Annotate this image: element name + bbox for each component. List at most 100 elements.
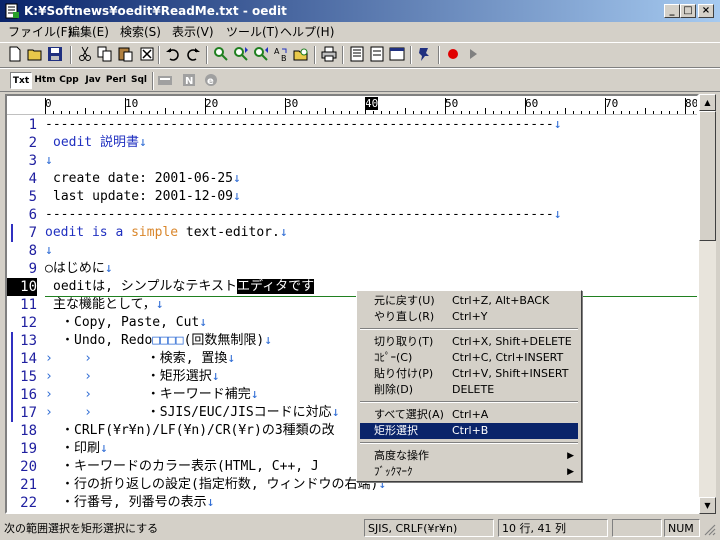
ruler-tick: [413, 111, 414, 114]
view-text-icon[interactable]: [348, 46, 366, 64]
menu-view[interactable]: 表示(V): [168, 24, 218, 40]
scroll-up-icon[interactable]: ▲: [699, 94, 716, 111]
tab-mark: ›: [45, 369, 53, 384]
title-bar[interactable]: K:¥Softnews¥oedit¥ReadMe.txt - oedit _ □…: [0, 0, 720, 22]
save-icon[interactable]: [46, 46, 64, 64]
menu-tools[interactable]: ツール(T): [222, 24, 283, 40]
menu-separator: [360, 401, 578, 403]
play-macro-icon[interactable]: [464, 46, 482, 64]
lang-cpp-button[interactable]: Cpp: [58, 72, 80, 89]
line-number-current: 10: [7, 278, 37, 296]
menu-item-advanced[interactable]: 高度な操作 ▶: [360, 448, 578, 464]
redo-icon[interactable]: [184, 46, 202, 64]
line-number: 6: [28, 207, 37, 223]
resize-grip-icon[interactable]: [704, 524, 716, 536]
toolbar-separator: [206, 46, 208, 64]
menu-item-bookmark[interactable]: ﾌﾞｯｸﾏｰｸ ▶: [360, 464, 578, 480]
text-line: ・キーワードのカラー表示(HTML, C++, J: [61, 458, 319, 476]
toolbar-separator: [438, 46, 440, 64]
newline-mark: ↓: [250, 387, 259, 402]
menu-item-shortcut: Ctrl+Z, Alt+BACK: [452, 294, 550, 307]
maximize-button[interactable]: □: [680, 4, 696, 18]
ruler-tick: [605, 98, 606, 114]
ruler-tick: [77, 111, 78, 114]
disabled-notepad-icon[interactable]: N: [180, 72, 198, 90]
bookmark-pin-icon[interactable]: [416, 46, 434, 64]
ruler-tick: [685, 98, 686, 114]
search-icon[interactable]: [212, 46, 230, 64]
newline-mark: ↓: [331, 405, 340, 420]
replace-icon[interactable]: AB: [272, 46, 290, 64]
ruler-tick: [429, 111, 430, 114]
text-line: ↓: [45, 152, 53, 170]
scrollbar-thumb[interactable]: [699, 111, 716, 241]
menu-item-label: ﾌﾞｯｸﾏｰｸ: [374, 465, 413, 478]
menu-separator: [360, 328, 578, 330]
ruler-tick: [677, 111, 678, 114]
submenu-arrow-icon: ▶: [567, 451, 574, 461]
tab-mark: ›: [45, 405, 53, 420]
copy-icon[interactable]: [96, 46, 114, 64]
ruler-tick: [549, 111, 550, 114]
text-line: › › ・検索, 置換↓: [45, 350, 235, 368]
minimize-button[interactable]: _: [664, 4, 680, 18]
line-text: ・行番号, 列番号の表示: [61, 495, 207, 510]
paste-icon[interactable]: [116, 46, 134, 64]
cut-icon[interactable]: [76, 46, 94, 64]
scroll-down-icon[interactable]: ▼: [699, 497, 716, 514]
ruler-tick: [541, 111, 542, 114]
open-folder-icon[interactable]: [26, 46, 44, 64]
vertical-scrollbar[interactable]: ▲ ▼: [699, 94, 716, 514]
line-text: ○はじめに: [45, 261, 105, 276]
delete-icon[interactable]: [138, 46, 156, 64]
print-icon[interactable]: [320, 46, 338, 64]
ruler-tick: [157, 111, 158, 114]
menu-item-undo[interactable]: 元に戻す(U) Ctrl+Z, Alt+BACK: [360, 293, 578, 309]
line-text: create date: 2001-06-25: [53, 171, 234, 186]
close-button[interactable]: ×: [698, 4, 714, 18]
menu-item-paste[interactable]: 貼り付け(P) Ctrl+V, Shift+INSERT: [360, 366, 578, 382]
tab-mark: ›: [45, 387, 53, 402]
ruler-tick: [229, 111, 230, 114]
window-title: K:¥Softnews¥oedit¥ReadMe.txt - oedit: [24, 4, 287, 18]
view-lines-icon[interactable]: [368, 46, 386, 64]
menu-item-label: 矩形選択: [374, 424, 418, 437]
disabled-tool-icon[interactable]: [156, 72, 174, 90]
menu-item-redo[interactable]: やり直し(R) Ctrl+Y: [360, 309, 578, 325]
line-text: ・Undo, Redo: [61, 333, 153, 348]
search-prev-icon[interactable]: [252, 46, 270, 64]
lang-txt-button[interactable]: Txt: [10, 72, 32, 89]
search-next-icon[interactable]: [232, 46, 250, 64]
lang-htm-button[interactable]: Htm: [34, 72, 56, 89]
menu-item-copy[interactable]: ｺﾋﾟｰ(C) Ctrl+C, Ctrl+INSERT: [360, 350, 578, 366]
new-file-icon[interactable]: [6, 46, 24, 64]
ruler-tick: [405, 108, 406, 114]
menu-item-label: 削除(D): [374, 383, 414, 396]
menu-item-select-all[interactable]: すべて選択(A) Ctrl+A: [360, 407, 578, 423]
lang-jav-button[interactable]: Jav: [82, 72, 104, 89]
text-editor[interactable]: 0 10 20 30 40 50 60 70 80 1 2 3 4 5 6 7 …: [5, 94, 699, 514]
line-number: 19: [20, 441, 37, 457]
grep-folder-icon[interactable]: [292, 46, 310, 64]
ruler-tick: [213, 111, 214, 114]
undo-icon[interactable]: [164, 46, 182, 64]
ruler-tick: [397, 111, 398, 114]
ruler-tick: [477, 111, 478, 114]
record-macro-icon[interactable]: [444, 46, 462, 64]
ruler-tick: [381, 111, 382, 114]
ruler-label: 50: [445, 97, 459, 110]
menu-item-delete[interactable]: 削除(D) DELETE: [360, 382, 578, 398]
menu-item-cut[interactable]: 切り取り(T) Ctrl+X, Shift+DELETE: [360, 334, 578, 350]
menu-help[interactable]: ヘルプ(H): [276, 24, 338, 40]
disabled-browser-icon[interactable]: e: [202, 72, 220, 90]
lang-perl-button[interactable]: Perl: [104, 72, 128, 89]
ruler-tick: [205, 98, 206, 114]
ruler-tick: [109, 111, 110, 114]
menu-edit[interactable]: 編集(E): [64, 24, 113, 40]
lang-sql-button[interactable]: Sql: [128, 72, 150, 89]
menu-search[interactable]: 検索(S): [116, 24, 165, 40]
menu-item-rectangle-select[interactable]: 矩形選択 Ctrl+B: [360, 423, 578, 439]
newline-mark: ↓: [45, 243, 53, 258]
window-icon[interactable]: [388, 46, 406, 64]
line-number: 9: [28, 261, 37, 277]
